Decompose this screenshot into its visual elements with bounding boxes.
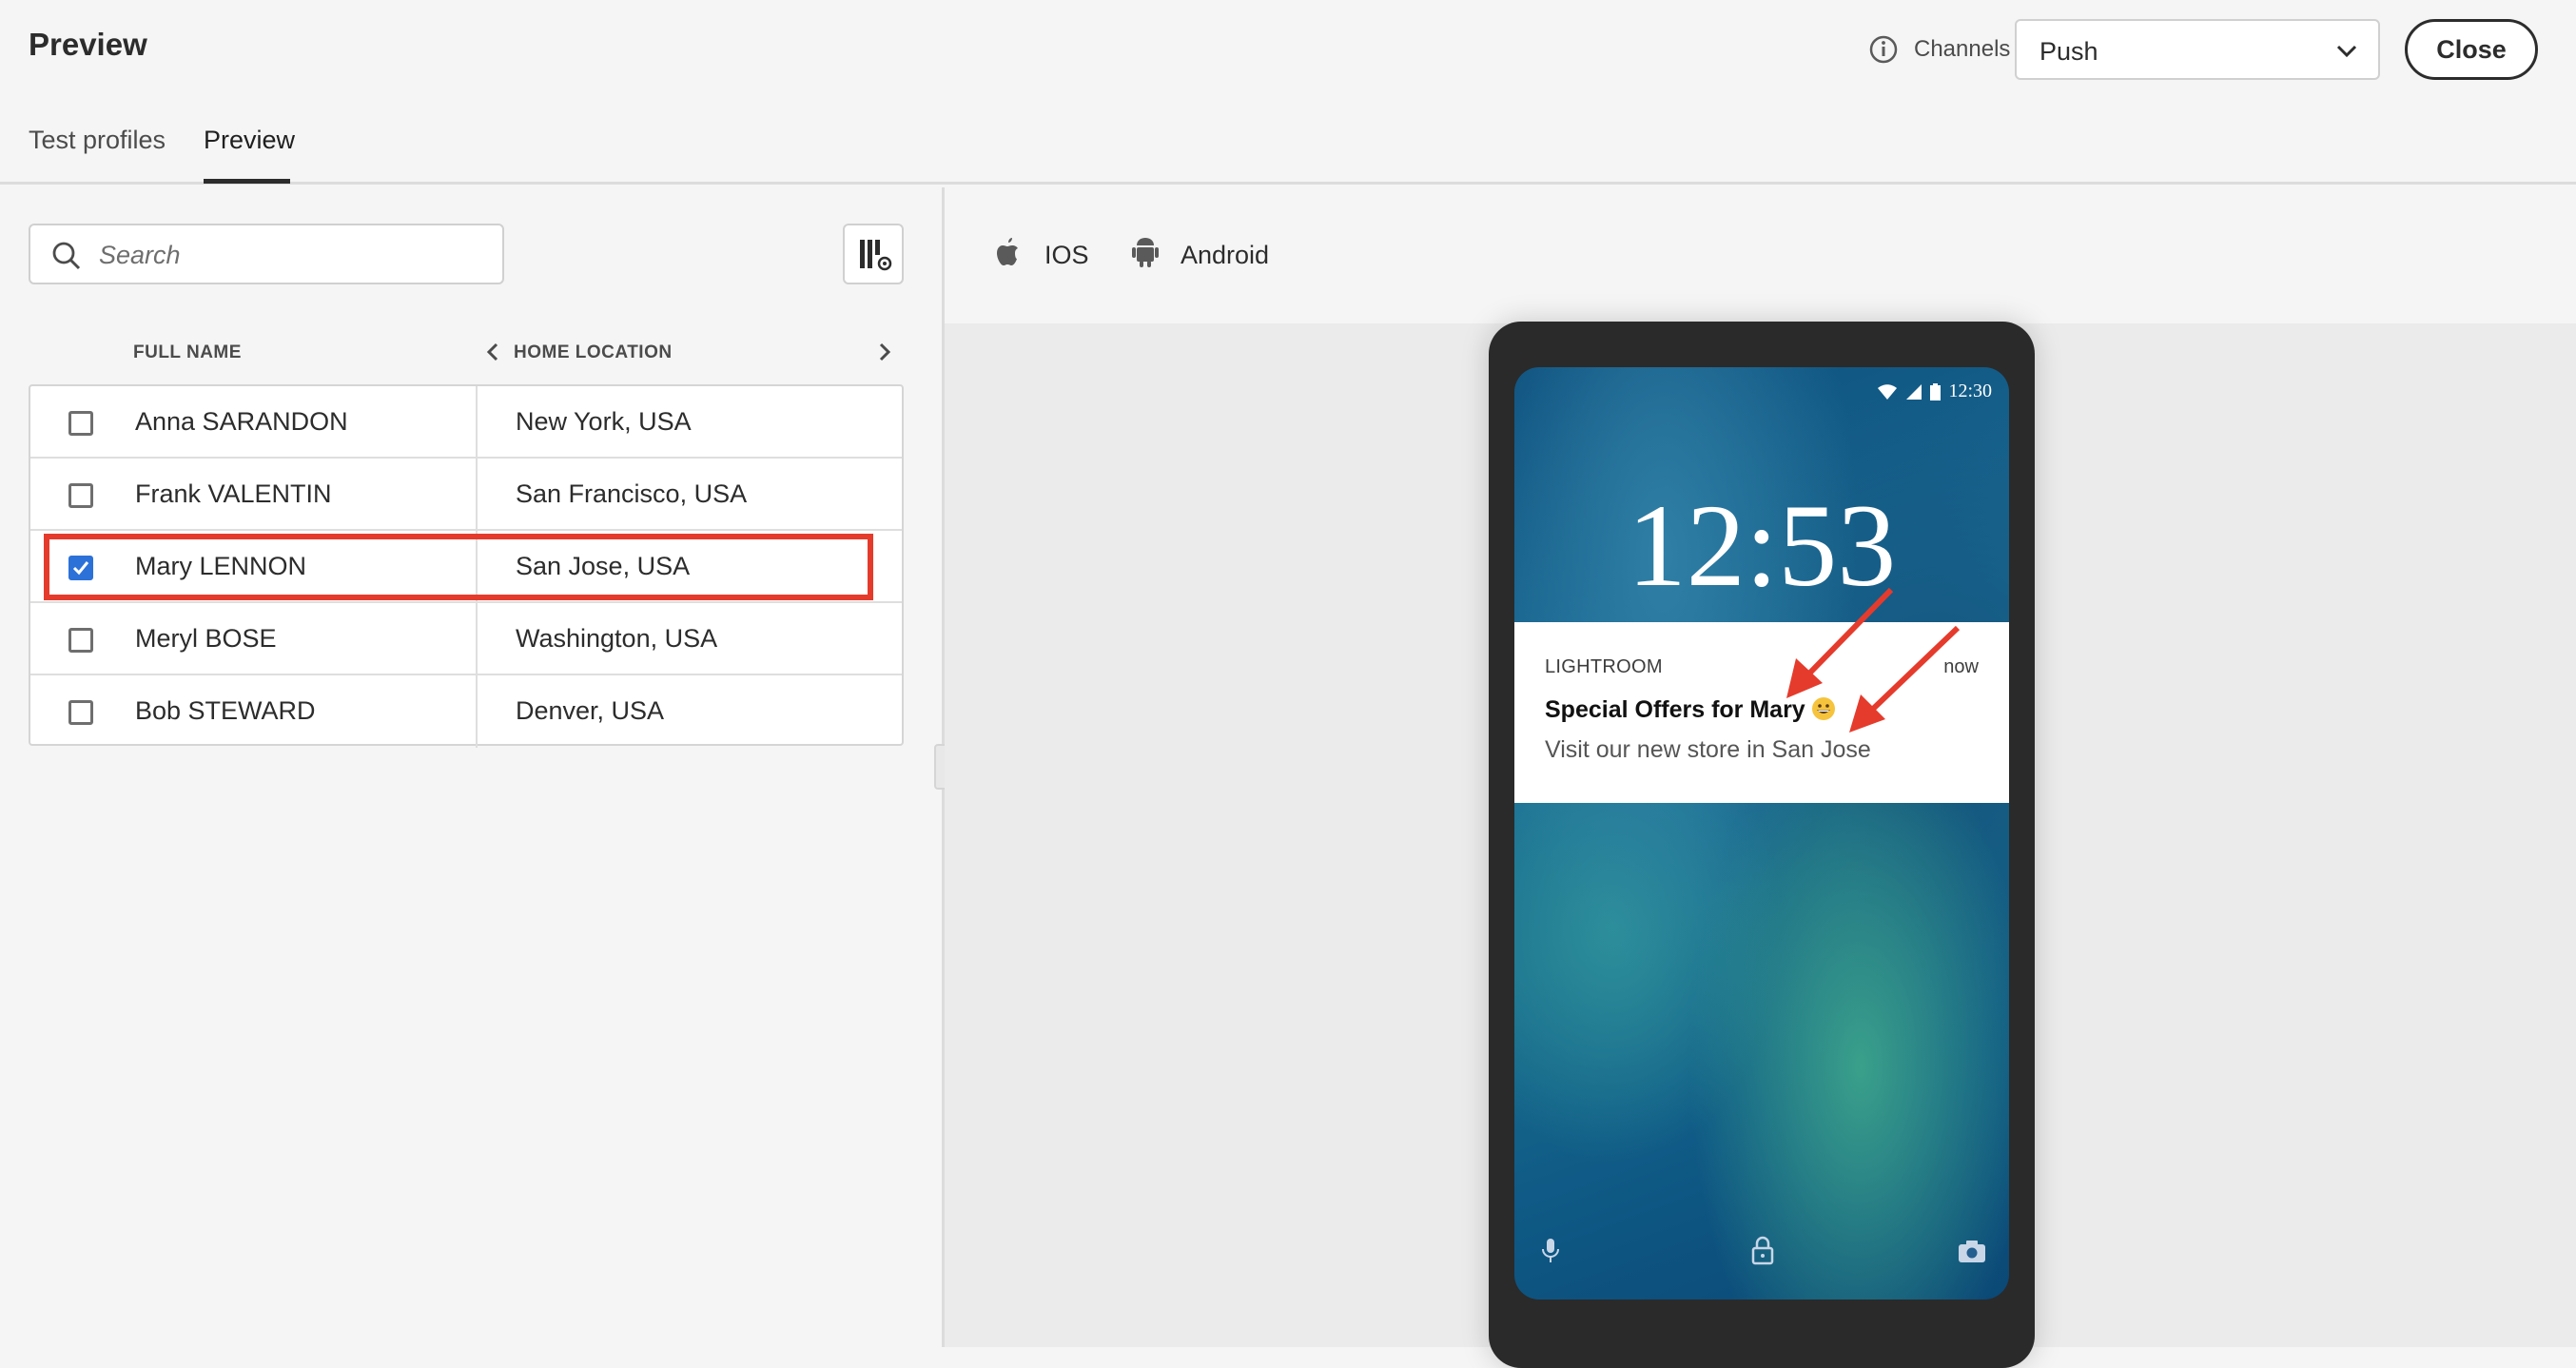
search-icon (52, 242, 81, 270)
active-tab-indicator (204, 179, 290, 184)
row-full-name: Anna SARANDON (135, 407, 348, 436)
row-home-location: New York, USA (516, 407, 692, 436)
cell-divider (476, 459, 478, 529)
push-notification[interactable]: LIGHTROOM now Special Offers for Mary Vi… (1514, 622, 2009, 803)
row-full-name: Bob STEWARD (135, 696, 316, 725)
channels-label: Channels (1914, 36, 2011, 62)
phone-screen: 12:30 12:53 LIGHTROOM now Special Offers… (1514, 367, 2009, 1300)
tab-preview[interactable]: Preview (204, 126, 295, 155)
notification-time: now (1943, 656, 1979, 677)
platform-android-label[interactable]: Android (1181, 241, 1269, 270)
platform-bar: IOS Android (945, 187, 2576, 323)
lockscreen-clock: 12:53 (1627, 480, 1897, 611)
search-box[interactable] (29, 224, 504, 284)
lock-icon[interactable] (1750, 1235, 1775, 1265)
row-checkbox[interactable] (68, 411, 93, 436)
column-header-home-location[interactable]: HOME LOCATION (514, 342, 673, 363)
platform-ios-label[interactable]: IOS (1044, 241, 1089, 270)
profiles-panel: FULL NAME HOME LOCATION Anna SARANDON Ne… (0, 187, 942, 1347)
cell-divider (476, 675, 478, 748)
row-checkbox[interactable] (68, 628, 93, 653)
search-input[interactable] (97, 233, 487, 277)
info-icon[interactable] (1868, 34, 1899, 65)
column-settings-button[interactable] (843, 224, 904, 284)
channel-select-value: Push (2039, 37, 2098, 66)
row-home-location: Denver, USA (516, 696, 665, 725)
cell-divider (476, 386, 478, 457)
tab-test-profiles[interactable]: Test profiles (29, 126, 166, 155)
selected-row-highlight (44, 534, 873, 600)
table-row[interactable]: Frank VALENTIN San Francisco, USA (30, 459, 902, 531)
wifi-icon (1878, 383, 1898, 400)
page-title: Preview (29, 27, 147, 62)
chevron-right-icon[interactable] (875, 342, 894, 362)
notification-app-name: LIGHTROOM (1545, 656, 1663, 677)
table-row[interactable]: Anna SARANDON New York, USA (30, 386, 902, 459)
android-icon[interactable] (1130, 235, 1161, 269)
header: Preview Test profiles Preview Channels P… (0, 0, 2576, 185)
grinning-emoji-icon (1811, 697, 1835, 720)
close-button[interactable]: Close (2405, 19, 2538, 80)
notification-title: Special Offers for Mary (1545, 696, 1805, 723)
battery-icon (1930, 382, 1942, 401)
cell-divider (476, 603, 478, 674)
row-checkbox[interactable] (68, 700, 93, 725)
row-home-location: Washington, USA (516, 624, 718, 653)
column-settings-icon (860, 240, 892, 271)
table-row[interactable]: Meryl BOSE Washington, USA (30, 603, 902, 675)
row-full-name: Frank VALENTIN (135, 479, 332, 508)
signal-icon (1906, 383, 1922, 400)
column-header-full-name[interactable]: FULL NAME (133, 342, 242, 363)
row-home-location: San Francisco, USA (516, 479, 748, 508)
chevron-left-icon[interactable] (483, 342, 502, 362)
camera-icon[interactable] (1958, 1239, 1986, 1263)
chevron-down-icon (2336, 45, 2357, 58)
channel-select[interactable]: Push (2015, 19, 2380, 80)
notification-title-row: Special Offers for Mary (1545, 696, 1836, 724)
lockscreen-shortcuts (1514, 1233, 2009, 1271)
notification-body: Visit our new store in San Jose (1545, 736, 1871, 763)
status-bar: 12:30 (1877, 381, 1992, 402)
apple-icon[interactable] (994, 235, 1025, 269)
microphone-icon[interactable] (1541, 1237, 1560, 1265)
table-row[interactable]: Bob STEWARD Denver, USA (30, 675, 902, 748)
row-full-name: Meryl BOSE (135, 624, 277, 653)
status-time: 12:30 (1948, 381, 1992, 401)
row-checkbox[interactable] (68, 483, 93, 508)
